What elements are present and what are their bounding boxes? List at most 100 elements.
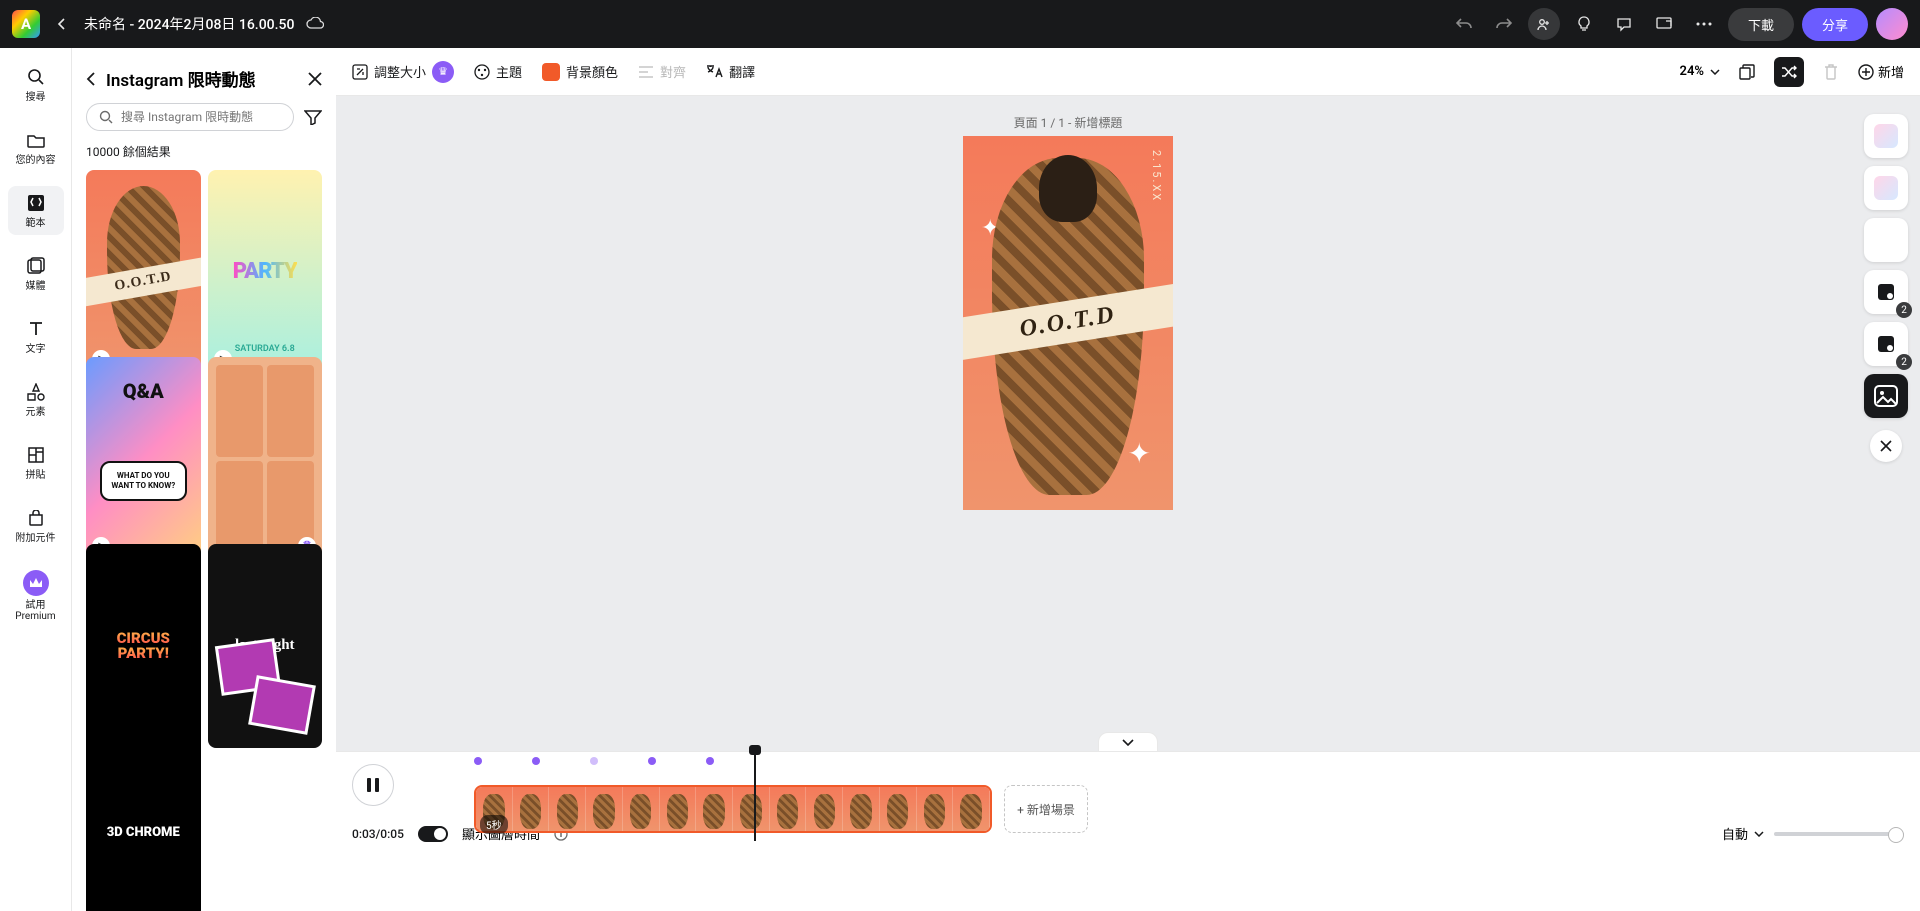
add-page-button[interactable]: 新增 — [1858, 62, 1904, 81]
template-item[interactable]: ♛ — [208, 357, 323, 561]
rail-text[interactable]: 文字 — [8, 312, 64, 361]
redo-icon[interactable] — [1488, 8, 1520, 40]
folder-icon — [25, 129, 47, 151]
template-item[interactable]: O.O.T.D ▸ — [86, 170, 201, 374]
layer-tool-1[interactable]: 2 — [1864, 270, 1908, 314]
back-button[interactable] — [56, 18, 68, 30]
canvas-viewport[interactable]: 頁面 1 / 1 - 新增標題 2.15.XX ✦ ✦ O.O.T.D 2 — [336, 96, 1920, 751]
user-avatar[interactable] — [1876, 8, 1908, 40]
rail-templates[interactable]: 範本 — [8, 186, 64, 235]
timeline-markers — [474, 757, 714, 765]
align-icon — [638, 65, 654, 79]
sparkle-icon: ✦ — [1128, 437, 1151, 470]
layer-icon — [1876, 282, 1896, 302]
template-item[interactable]: Q&A WHAT DO YOU WANT TO KNOW? ▸ — [86, 357, 201, 561]
templates-icon — [25, 192, 47, 214]
auto-selector[interactable]: 自動 — [1722, 824, 1764, 843]
cloud-sync-icon[interactable] — [306, 17, 324, 31]
theme-icon — [474, 64, 490, 80]
text-icon — [25, 318, 47, 340]
plus-circle-icon — [1858, 64, 1874, 80]
rail-media[interactable]: 媒體 — [8, 249, 64, 298]
template-item[interactable]: CIRCUS PARTY! — [86, 544, 201, 748]
lightbulb-icon[interactable] — [1568, 8, 1600, 40]
rail-your-content[interactable]: 您的內容 — [8, 123, 64, 172]
rail-premium[interactable]: 試用 Premium — [8, 564, 64, 628]
resize-action[interactable]: 調整大小 ♛ — [352, 61, 454, 83]
app-logo[interactable]: A — [12, 10, 40, 38]
badge-count: 2 — [1896, 354, 1912, 370]
blank-tool[interactable] — [1864, 218, 1908, 262]
artboard[interactable]: 2.15.XX ✦ ✦ O.O.T.D — [963, 136, 1173, 510]
template-item[interactable]: 3D CHROME — [86, 731, 201, 911]
search-icon — [25, 66, 47, 88]
close-strip-icon[interactable] — [1870, 430, 1902, 462]
ai-tool-2[interactable] — [1864, 166, 1908, 210]
app-header: A 未命名 - 2024年2月08日 16.00.50 下載 分享 — [0, 0, 1920, 48]
left-rail: 搜尋 您的內容 範本 媒體 文字 元素 拼貼 附加元件 — [0, 48, 72, 911]
search-icon — [99, 110, 113, 124]
download-button[interactable]: 下載 — [1728, 8, 1794, 41]
template-item[interactable]: PARTY SATURDAY 6.8 ▸ — [208, 170, 323, 374]
badge-count: 2 — [1896, 302, 1912, 318]
chevron-down-icon — [1754, 831, 1764, 837]
collage-icon — [25, 444, 47, 466]
right-tool-strip: 2 2 — [1864, 114, 1908, 462]
pause-icon — [367, 778, 379, 792]
canvas-area: 調整大小 ♛ 主題 背景顏色 對齊 翻譯 24% — [336, 48, 1920, 911]
canvas-head — [1039, 155, 1098, 222]
addons-icon — [25, 507, 47, 529]
layer-time-toggle[interactable] — [418, 826, 448, 842]
action-toolbar: 調整大小 ♛ 主題 背景顏色 對齊 翻譯 24% — [336, 48, 1920, 96]
panel-title: Instagram 限時動態 — [106, 66, 298, 91]
template-search-input[interactable] — [86, 103, 294, 131]
timeline: 5秒 + 新增場景 0:03/0:05 顯示圖層時間 自動 — [336, 751, 1920, 911]
shuffle-icon[interactable] — [1774, 57, 1804, 87]
comment-icon[interactable] — [1608, 8, 1640, 40]
panel-back-icon[interactable] — [86, 72, 96, 86]
ai-tool-1[interactable] — [1864, 114, 1908, 158]
present-icon[interactable] — [1648, 8, 1680, 40]
rail-collage[interactable]: 拼貼 — [8, 438, 64, 487]
playhead[interactable] — [754, 751, 756, 841]
media-icon — [25, 255, 47, 277]
templates-grid: O.O.T.D ▸ PARTY SATURDAY 6.8 ▸ Q&A WHAT … — [72, 170, 336, 911]
results-count: 10000 餘個結果 — [72, 143, 336, 170]
panel-close-icon[interactable] — [308, 72, 322, 86]
clip-duration: 5秒 — [480, 815, 508, 834]
document-title[interactable]: 未命名 - 2024年2月08日 16.00.50 — [84, 14, 294, 34]
template-item[interactable]: last night — [208, 544, 323, 748]
canvas-date-text: 2.15.XX — [1150, 150, 1163, 202]
page-indicator[interactable]: 頁面 1 / 1 - 新增標題 — [1014, 114, 1123, 131]
zoom-selector[interactable]: 24% — [1680, 64, 1720, 79]
bgcolor-action[interactable]: 背景顏色 — [542, 62, 618, 81]
collapse-timeline-button[interactable] — [1098, 732, 1158, 751]
timeline-clip[interactable] — [474, 785, 992, 833]
more-icon[interactable] — [1688, 8, 1720, 40]
pause-button[interactable] — [352, 764, 394, 806]
elements-icon — [25, 381, 47, 403]
rail-elements[interactable]: 元素 — [8, 375, 64, 424]
duplicate-icon[interactable] — [1732, 57, 1762, 87]
layer-tool-2[interactable]: 2 — [1864, 322, 1908, 366]
chevron-down-icon — [1122, 739, 1134, 746]
filter-icon[interactable] — [304, 109, 322, 125]
invite-user-icon[interactable] — [1528, 8, 1560, 40]
add-scene-button[interactable]: + 新增場景 — [1004, 785, 1088, 833]
translate-action[interactable]: 翻譯 — [706, 62, 755, 81]
timeline-zoom-slider[interactable] — [1774, 832, 1904, 836]
translate-icon — [706, 64, 723, 79]
rail-addons[interactable]: 附加元件 — [8, 501, 64, 550]
undo-icon[interactable] — [1448, 8, 1480, 40]
rail-search[interactable]: 搜尋 — [8, 60, 64, 109]
image-tool[interactable] — [1864, 374, 1908, 418]
chevron-down-icon — [1710, 69, 1720, 75]
share-button[interactable]: 分享 — [1802, 8, 1868, 41]
layer-icon — [1876, 334, 1896, 354]
crown-icon — [23, 570, 49, 596]
image-icon — [1874, 385, 1898, 407]
align-action: 對齊 — [638, 62, 686, 81]
templates-panel: Instagram 限時動態 10000 餘個結果 O.O.T.D ▸ PART… — [72, 48, 336, 911]
theme-action[interactable]: 主題 — [474, 62, 522, 81]
resize-icon — [352, 64, 368, 80]
